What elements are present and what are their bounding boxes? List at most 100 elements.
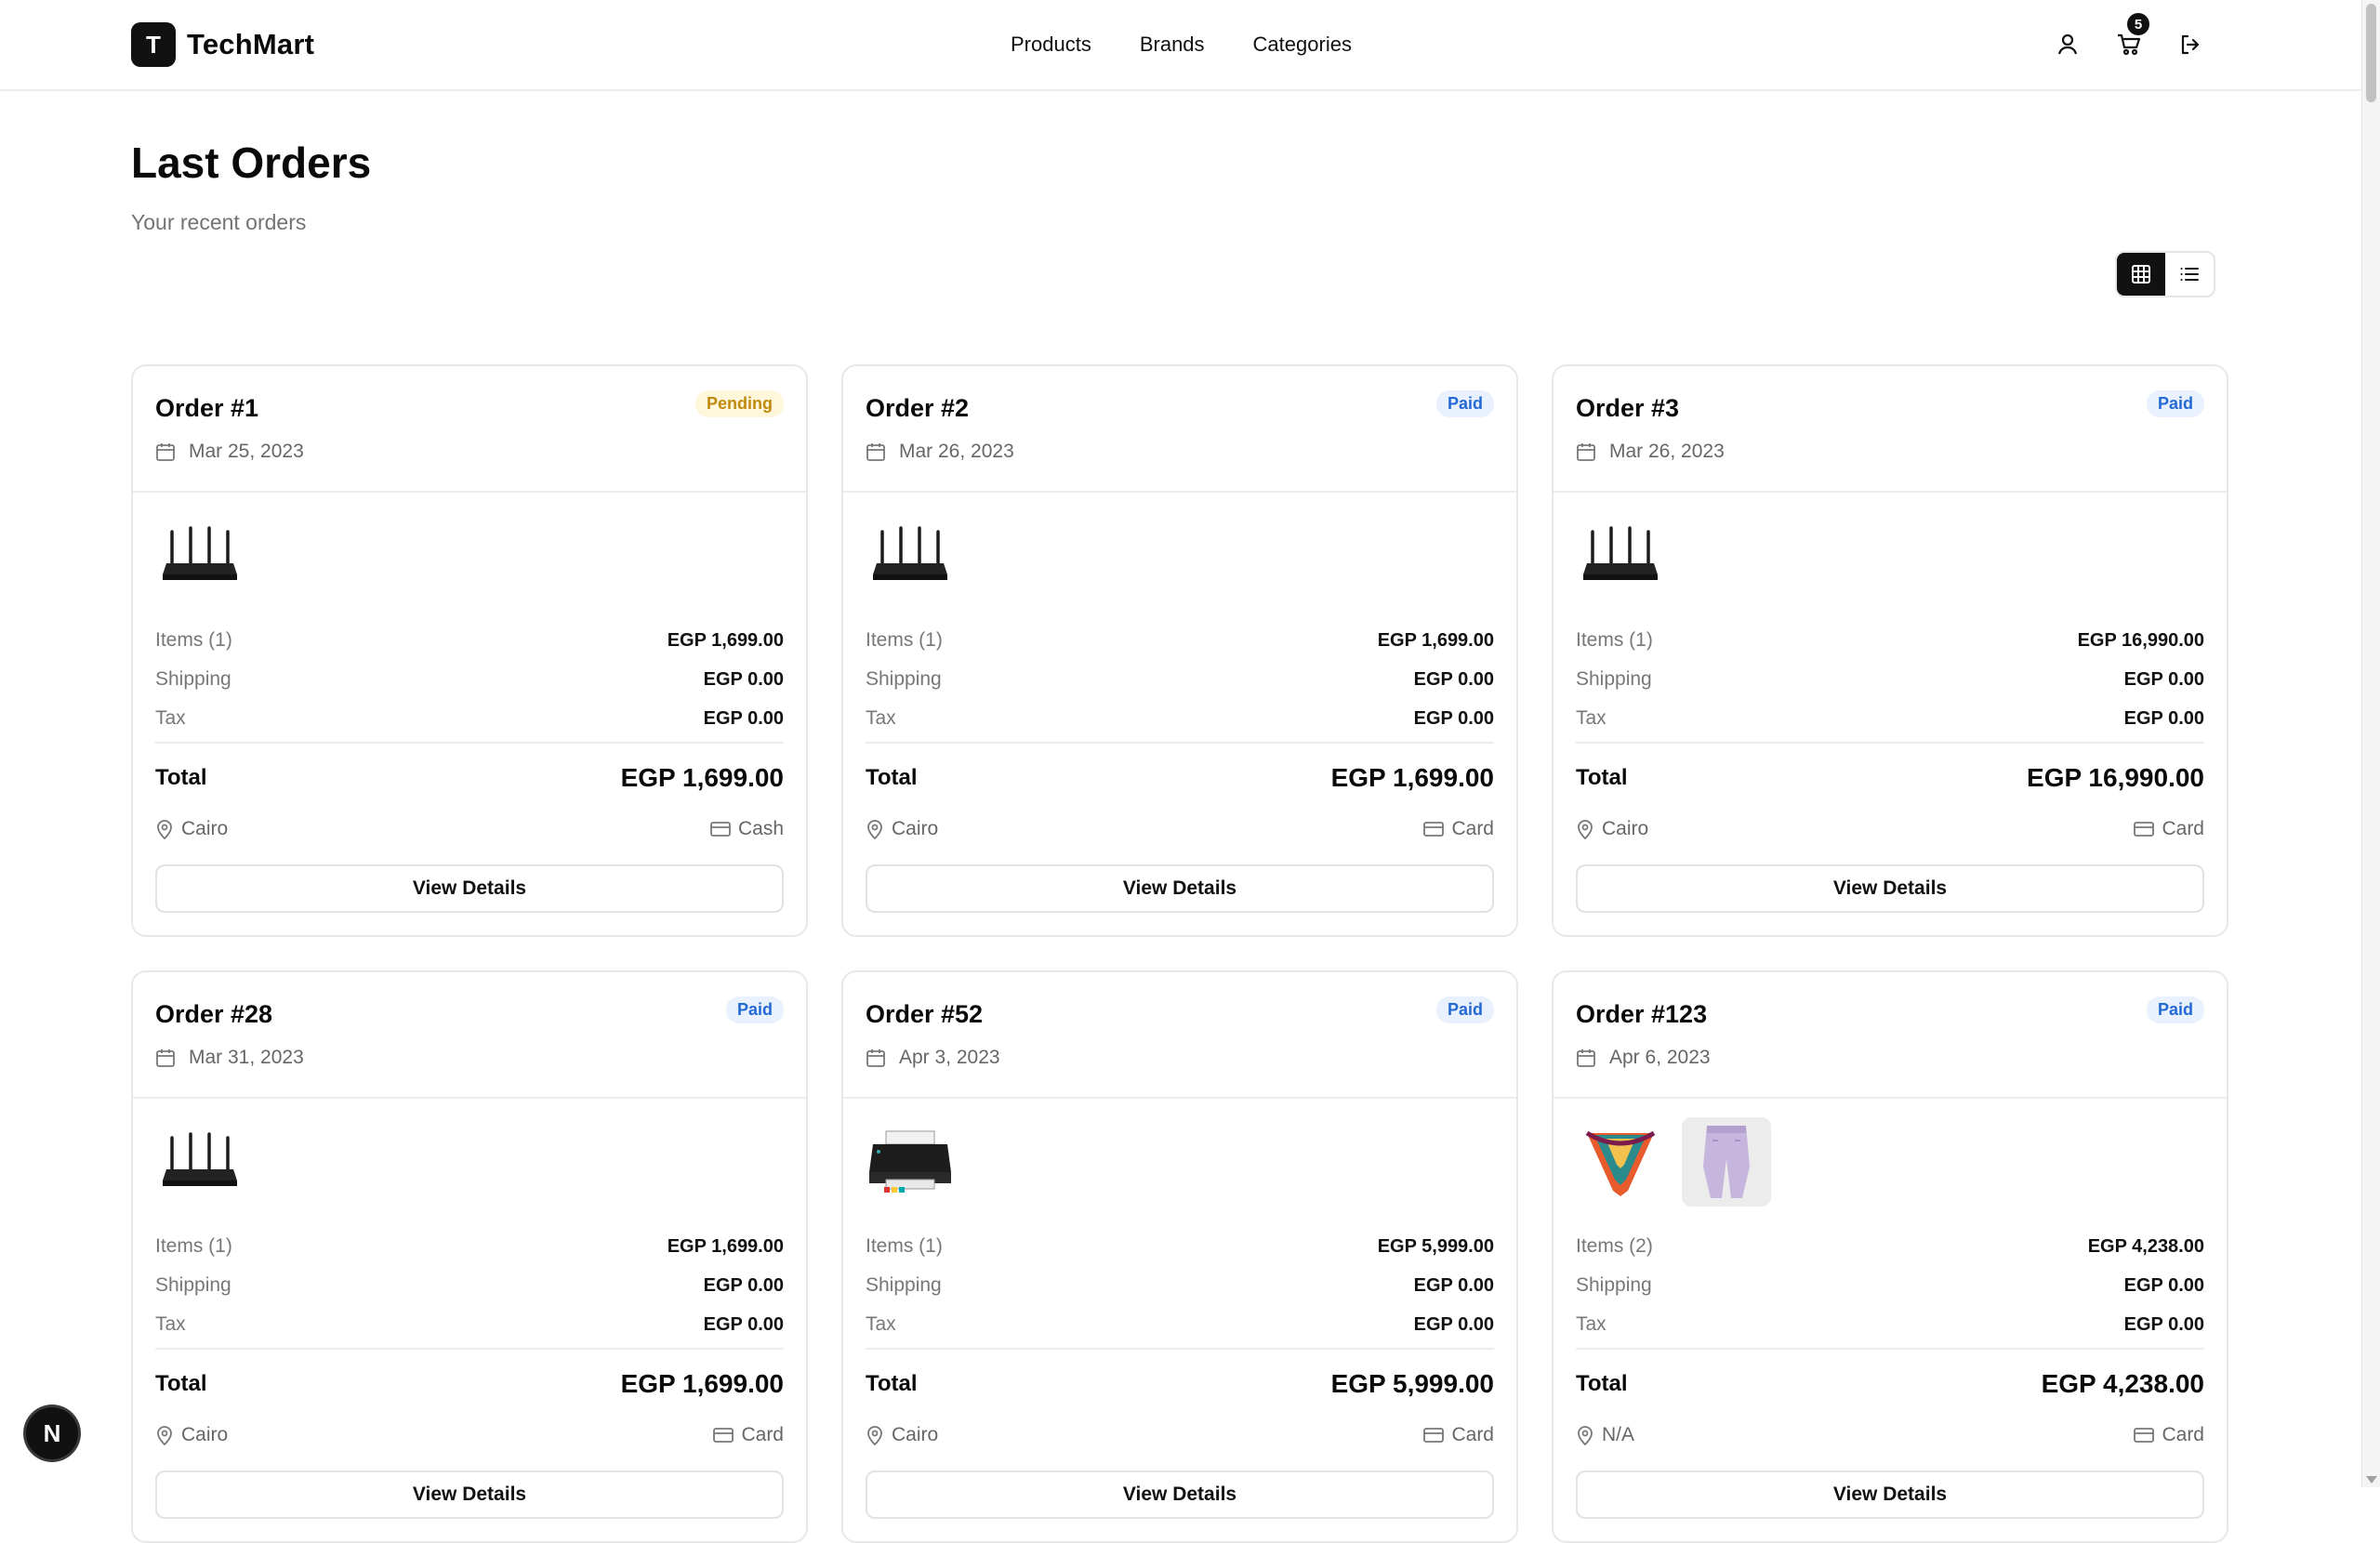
shipping-row: Shipping EGP 0.00	[866, 1266, 1494, 1305]
order-card-6: Order #123 Paid Apr 6, 2023 Items (2) EGP…	[1552, 970, 2228, 1543]
credit-card-icon	[1423, 822, 1445, 837]
order-item-thumbnails	[866, 511, 955, 600]
items-value: EGP 16,990.00	[2077, 629, 2204, 651]
status-badge: Pending	[695, 390, 784, 417]
tax-label: Tax	[1576, 707, 1606, 729]
logo-mark: T	[131, 22, 176, 67]
tax-row: Tax EGP 0.00	[155, 1305, 784, 1344]
items-row: Items (1) EGP 1,699.00	[155, 621, 784, 660]
credit-card-icon	[710, 822, 731, 837]
view-toggle	[2115, 251, 2215, 297]
items-label: Items (1)	[1576, 629, 1653, 651]
logout-icon[interactable]	[2174, 28, 2207, 61]
order-date: Apr 6, 2023	[1576, 1047, 1711, 1069]
grid-view-button[interactable]	[2117, 253, 2165, 296]
order-date-text: Apr 6, 2023	[1609, 1047, 1711, 1068]
total-label: Total	[1576, 765, 1628, 790]
order-location: Cairo	[866, 818, 938, 840]
order-date-text: Mar 26, 2023	[1609, 441, 1725, 462]
total-label: Total	[866, 765, 918, 790]
nav-categories[interactable]: Categories	[1253, 28, 1352, 61]
cart-icon[interactable]: 5	[2112, 13, 2149, 61]
total-value: EGP 1,699.00	[1330, 763, 1494, 792]
tax-value: EGP 0.00	[703, 707, 784, 729]
order-summary: Items (2) EGP 4,238.00 Shipping EGP 0.00 T…	[1576, 1227, 2204, 1344]
map-pin-icon	[867, 1426, 882, 1445]
header-actions: 5	[2051, 13, 2235, 61]
total-value: EGP 1,699.00	[620, 763, 784, 792]
tax-row: Tax EGP 0.00	[866, 1305, 1494, 1344]
items-value: EGP 5,999.00	[1377, 1235, 1494, 1257]
order-card-header: Order #2 Paid Mar 26, 2023	[843, 366, 1516, 493]
total-value: EGP 5,999.00	[1330, 1369, 1494, 1398]
divider	[155, 1348, 784, 1350]
status-badge: Paid	[1435, 996, 1494, 1023]
scroll-down-arrow-icon[interactable]	[2366, 1476, 2377, 1484]
tax-row: Tax EGP 0.00	[1576, 1305, 2204, 1344]
order-date: Mar 25, 2023	[155, 441, 304, 463]
orders-grid: Order #1 Pending Mar 25, 2023 Items (1) E…	[131, 364, 2228, 1543]
page-scrollbar[interactable]	[2361, 0, 2380, 1487]
order-summary: Items (1) EGP 1,699.00 Shipping EGP 0.00 T…	[155, 621, 784, 738]
items-row: Items (2) EGP 4,238.00	[1576, 1227, 2204, 1266]
order-card-3: Order #3 Paid Mar 26, 2023 Items (1) EGP …	[1552, 364, 2228, 937]
sweatpants-thumbnail	[1682, 1117, 1771, 1207]
total-value: EGP 16,990.00	[2027, 763, 2204, 792]
order-card-header: Order #3 Paid Mar 26, 2023	[1554, 366, 2227, 493]
order-city: Cairo	[892, 1424, 939, 1445]
tax-label: Tax	[155, 1313, 186, 1335]
items-label: Items (1)	[866, 629, 943, 651]
view-details-button[interactable]: View Details	[866, 864, 1494, 913]
view-details-button[interactable]: View Details	[866, 1470, 1494, 1519]
order-city: Cairo	[181, 818, 229, 839]
order-card-4: Order #28 Paid Mar 31, 2023 Items (1) EGP…	[131, 970, 808, 1543]
tax-label: Tax	[866, 707, 896, 729]
order-summary: Items (1) EGP 1,699.00 Shipping EGP 0.00 T…	[866, 621, 1494, 738]
tax-row: Tax EGP 0.00	[866, 699, 1494, 738]
items-label: Items (1)	[155, 1235, 232, 1257]
dev-tools-badge[interactable]: N	[26, 1407, 78, 1459]
order-title: Order #28	[155, 1000, 273, 1028]
order-city: Cairo	[1602, 818, 1649, 839]
router-thumbnail	[155, 511, 245, 600]
total-row: Total EGP 16,990.00	[1576, 757, 2204, 799]
order-payment: Card	[2134, 818, 2204, 840]
tax-row: Tax EGP 0.00	[155, 699, 784, 738]
total-label: Total	[155, 765, 207, 790]
view-details-button[interactable]: View Details	[1576, 864, 2204, 913]
order-title: Order #2	[866, 394, 970, 422]
order-date: Mar 26, 2023	[866, 441, 1014, 463]
order-location: Cairo	[1576, 818, 1648, 840]
list-view-button[interactable]	[2165, 253, 2214, 296]
map-pin-icon	[1578, 820, 1593, 839]
order-date: Mar 31, 2023	[155, 1047, 304, 1069]
order-payment: Card	[713, 1424, 784, 1446]
order-meta: Cairo Card	[1576, 818, 2204, 840]
divider	[1576, 1348, 2204, 1350]
order-meta: Cairo Cash	[155, 818, 784, 840]
total-label: Total	[155, 1371, 207, 1396]
nav-products[interactable]: Products	[1011, 28, 1091, 61]
tax-value: EGP 0.00	[1413, 707, 1494, 729]
order-meta: Cairo Card	[866, 818, 1494, 840]
order-card-header: Order #1 Pending Mar 25, 2023	[133, 366, 806, 493]
order-payment: Card	[1423, 1424, 1494, 1446]
scarf-thumbnail	[1576, 1117, 1665, 1207]
view-details-button[interactable]: View Details	[155, 864, 784, 913]
cart-count-badge: 5	[2127, 13, 2149, 35]
calendar-icon	[866, 1049, 885, 1067]
nav-brands[interactable]: Brands	[1140, 28, 1205, 61]
brand-logo[interactable]: T TechMart	[131, 22, 314, 67]
order-date-text: Apr 3, 2023	[899, 1047, 1000, 1068]
user-icon[interactable]	[2051, 28, 2084, 61]
router-thumbnail	[155, 1117, 245, 1207]
view-details-button[interactable]: View Details	[155, 1470, 784, 1519]
order-card-2: Order #2 Paid Mar 26, 2023 Items (1) EGP …	[841, 364, 1518, 937]
calendar-icon	[156, 1049, 175, 1067]
total-row: Total EGP 4,238.00	[1576, 1363, 2204, 1405]
calendar-icon	[1577, 443, 1595, 461]
divider	[866, 742, 1494, 744]
scrollbar-thumb[interactable]	[2366, 4, 2376, 102]
order-location: N/A	[1576, 1424, 1634, 1446]
view-details-button[interactable]: View Details	[1576, 1470, 2204, 1519]
